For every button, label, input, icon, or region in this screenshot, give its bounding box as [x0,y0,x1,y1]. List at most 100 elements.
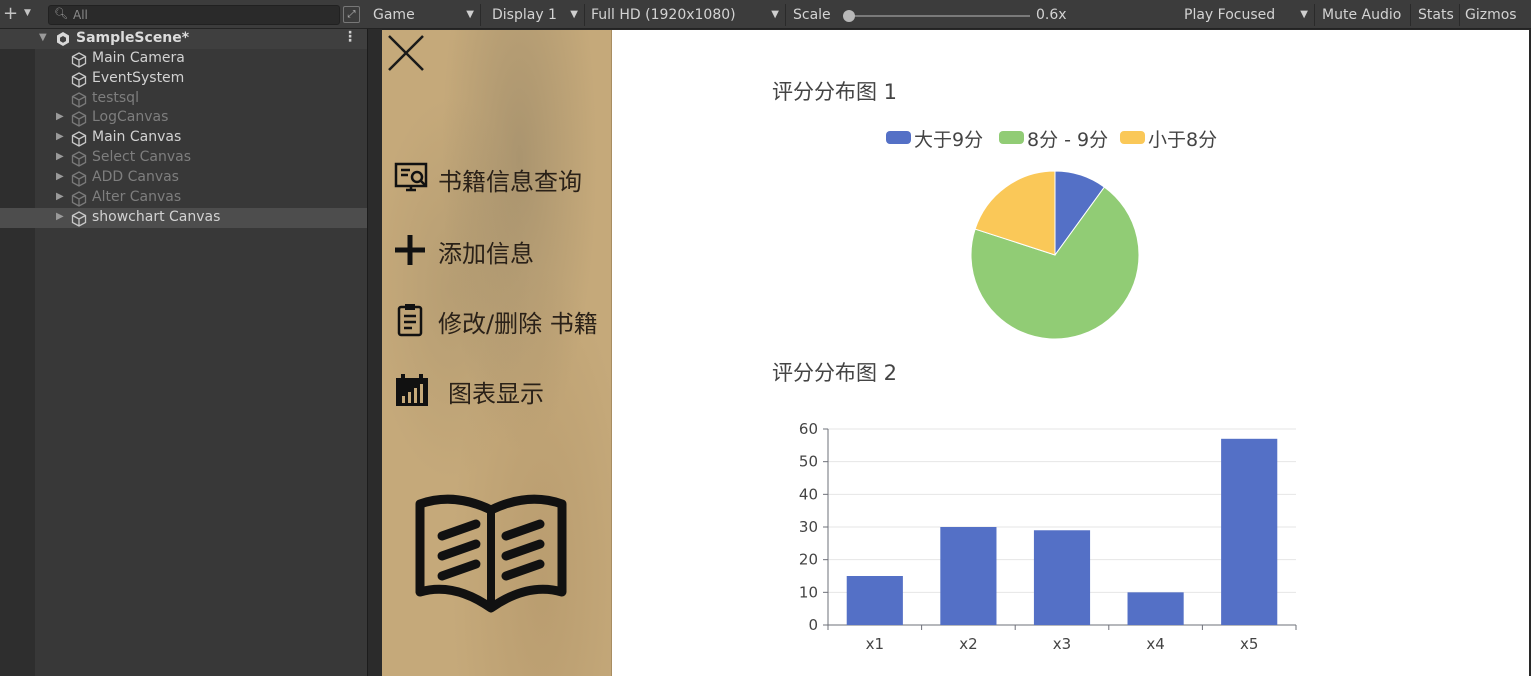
chart-1-title: 评分分布图 1 [772,80,898,104]
chart-2-title: 评分分布图 2 [772,361,898,385]
y-tick-label: 60 [799,420,818,438]
scene-label: SampleScene* [76,30,190,46]
search-icon: 🔍︎ [54,7,68,20]
legend-label: 8分 - 9分 [1027,129,1109,151]
add-icon[interactable]: + [3,4,18,24]
hierarchy-panel: + ▼ 🔍︎ All ⤢ ▼ SampleScene* ⋮ Main Camer… [0,0,367,676]
close-icon[interactable] [386,33,426,73]
chevron-down-icon: ▼ [570,9,578,20]
hierarchy-toolbar: + ▼ 🔍︎ All ⤢ [0,0,367,29]
stats-label: Stats [1418,7,1454,23]
unity-scene-icon [57,32,69,46]
bar-x4[interactable] [1127,592,1184,625]
mute-audio-label: Mute Audio [1322,7,1402,23]
scale-slider-handle[interactable] [843,10,855,22]
x-tick-label: x4 [1146,635,1164,653]
plus-icon [395,235,425,265]
play-mode-dropdown[interactable]: Play Focused ▼ [1179,4,1315,26]
play-mode-label: Play Focused [1184,7,1276,23]
hierarchy-item-showchart-canvas[interactable]: ▶ showchart Canvas [0,208,367,228]
hierarchy-search-input[interactable]: 🔍︎ All [48,5,340,25]
hierarchy-item-label: testsql [92,90,139,106]
y-tick-label: 20 [799,551,818,569]
hierarchy-item-add-canvas[interactable]: ▶ ADD Canvas [0,168,367,188]
kebab-menu-icon[interactable]: ⋮ [343,29,357,45]
scene-visibility-icon[interactable]: ⤢ [343,6,360,23]
menu-item-label: 图表显示 [448,380,544,408]
resolution-dropdown[interactable]: Full HD (1920x1080) ▼ [586,4,786,26]
hierarchy-scrollbar[interactable] [367,0,382,676]
scale-value: 0.6x [1036,7,1067,23]
gameobject-cube-icon [71,111,87,127]
bars [846,438,1278,625]
hierarchy-item-main-camera[interactable]: Main Camera [0,49,367,69]
chevron-down-icon[interactable]: ▼ [24,8,31,18]
expand-arrow-icon[interactable]: ▶ [56,131,64,142]
expand-arrow-icon[interactable]: ▼ [39,32,47,43]
x-tick-label: x3 [1053,635,1071,653]
stats-button[interactable]: Stats [1413,4,1460,26]
hierarchy-item-label: showchart Canvas [92,209,221,225]
gizmos-label: Gizmos [1465,7,1517,23]
y-tick-label: 0 [808,616,818,634]
x-tick-label: x5 [1240,635,1258,653]
bar-x3[interactable] [1033,530,1091,625]
chevron-down-icon: ▼ [771,9,779,20]
y-tick-label: 40 [799,485,818,503]
scene-row[interactable]: ▼ SampleScene* ⋮ [0,29,367,49]
hierarchy-item-testsql[interactable]: testsql [0,89,367,109]
hierarchy-item-select-canvas[interactable]: ▶ Select Canvas [0,148,367,168]
hierarchy-item-alter-canvas[interactable]: ▶ Alter Canvas [0,188,367,208]
menu-item-add-info[interactable]: 添加信息 [382,226,612,270]
hierarchy-item-label: Select Canvas [92,149,192,165]
hierarchy-item-label: Main Canvas [92,129,182,145]
menu-item-label: 修改/删除 书籍 [438,310,598,338]
gameobject-cube-icon [71,131,87,147]
x-tick-label: x1 [866,635,884,653]
menu-item-edit-delete[interactable]: 修改/删除 书籍 [382,296,612,340]
open-book-icon [415,494,567,613]
hierarchy-item-label: ADD Canvas [92,169,179,185]
y-tick-label: 50 [799,453,818,471]
view-dropdown[interactable]: Game ▼ [368,4,481,26]
expand-arrow-icon[interactable]: ▶ [56,151,64,162]
display-dropdown[interactable]: Display 1 ▼ [487,4,585,26]
hierarchy-item-label: EventSystem [92,70,185,86]
legend-swatch [999,131,1024,144]
gameobject-cube-icon [71,92,87,108]
hierarchy-item-eventsystem[interactable]: EventSystem [0,69,367,89]
expand-arrow-icon[interactable]: ▶ [56,171,64,182]
resolution-label: Full HD (1920x1080) [591,7,736,23]
menu-item-label: 添加信息 [438,240,534,268]
chart-calendar-icon [396,374,428,406]
gameobject-cube-icon [71,52,87,68]
gameobject-cube-icon [71,151,87,167]
gizmos-button[interactable]: Gizmos [1460,4,1530,26]
hierarchy-item-label: LogCanvas [92,109,169,125]
legend-label: 大于9分 [914,129,984,151]
bar-chart: 0 10 20 30 40 50 60 x1 x2 x3 x4 x5 [799,420,1297,653]
bar-x1[interactable] [846,576,903,625]
y-tick-label: 10 [799,583,818,601]
gameobject-cube-icon [71,191,87,207]
bar-x5[interactable] [1221,438,1278,625]
expand-arrow-icon[interactable]: ▶ [56,111,64,122]
mute-audio-button[interactable]: Mute Audio [1317,4,1411,26]
bar-x2[interactable] [940,527,997,625]
app-sidebar: 书籍信息查询 添加信息 修改/删除 书籍 图表显示 [382,30,612,676]
menu-item-chart-display[interactable]: 图表显示 [382,366,612,410]
expand-arrow-icon[interactable]: ▶ [56,211,64,222]
menu-item-label: 书籍信息查询 [438,168,582,196]
search-monitor-icon [394,162,428,192]
gameobject-cube-icon [71,72,87,88]
y-axis-ticks: 0 10 20 30 40 50 60 [799,420,829,634]
gameobject-cube-icon [71,171,87,187]
search-placeholder: All [73,8,88,22]
hierarchy-item-main-canvas[interactable]: ▶ Main Canvas [0,128,367,148]
menu-item-book-query[interactable]: 书籍信息查询 [382,154,612,198]
view-label: Game [373,7,415,23]
expand-arrow-icon[interactable]: ▶ [56,191,64,202]
hierarchy-item-logcanvas[interactable]: ▶ LogCanvas [0,108,367,128]
legend-label: 小于8分 [1148,129,1218,151]
scale-slider-track[interactable] [850,15,1030,17]
